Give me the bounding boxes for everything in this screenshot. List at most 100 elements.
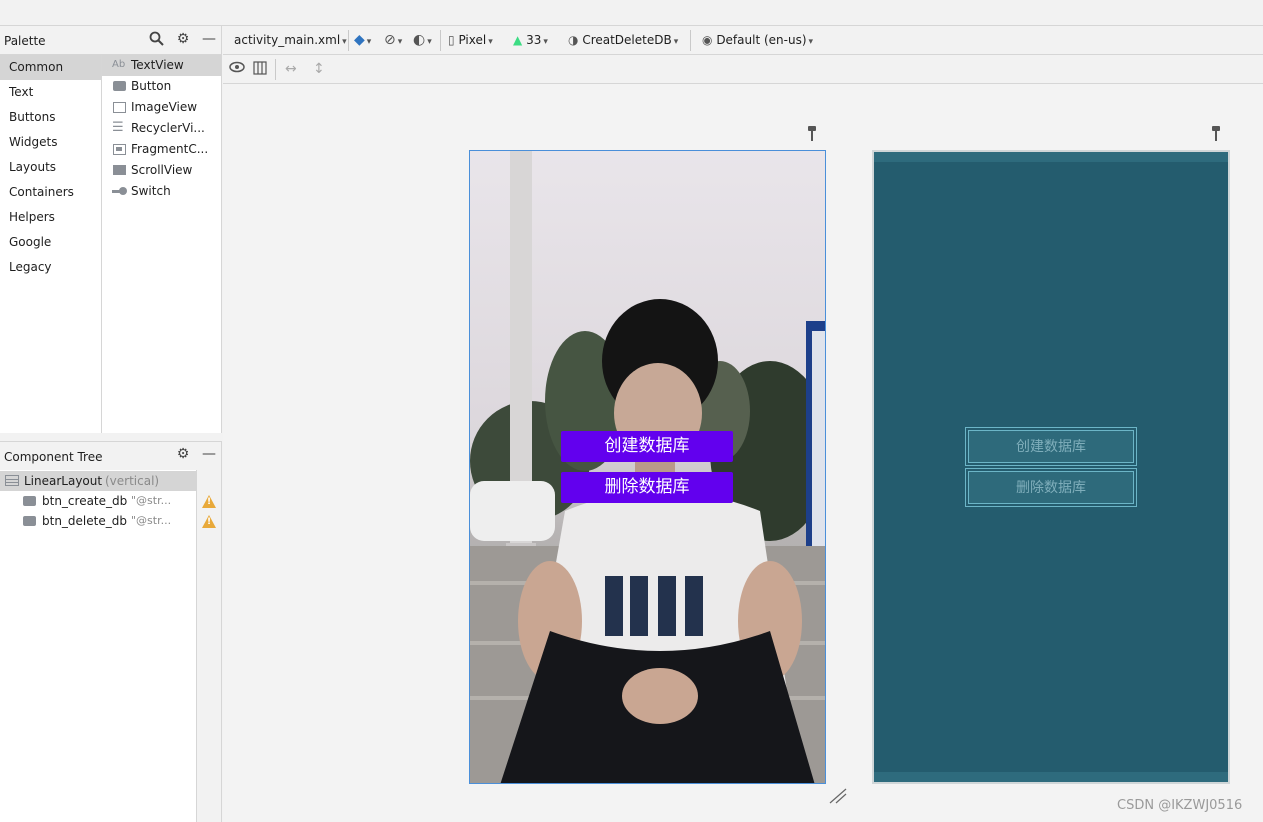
palette-category-legacy[interactable]: Legacy xyxy=(0,255,101,280)
phone-icon: ▯ xyxy=(448,33,455,47)
toolbar-separator xyxy=(690,30,691,51)
expand-horizontal-icon[interactable]: ↔ xyxy=(285,61,297,77)
blueprint-preview[interactable]: 创建数据库 删除数据库 xyxy=(872,150,1230,784)
palette-category-google[interactable]: Google xyxy=(0,230,101,255)
widget-label: RecyclerVi... xyxy=(131,121,205,135)
resize-handle-icon[interactable] xyxy=(829,788,847,804)
watermark: CSDN @IKZWJ0516 xyxy=(1117,798,1243,813)
expand-vertical-icon[interactable]: ↕ xyxy=(313,61,325,77)
palette-widget-textview[interactable]: Ab TextView xyxy=(102,55,221,76)
tree-node-hint: (vertical) xyxy=(105,474,160,488)
gear-icon[interactable]: ⚙ xyxy=(174,31,192,47)
linearlayout-icon xyxy=(5,475,19,486)
theme-selector[interactable]: ◑ CreatDeleteDB ▾ xyxy=(568,33,678,47)
button-icon xyxy=(23,516,36,526)
toolbar-separator xyxy=(440,30,441,51)
toolbar-separator xyxy=(275,59,276,80)
design-preview[interactable]: 创建数据库 删除数据库 xyxy=(469,150,826,784)
file-selector[interactable]: activity_main.xml ▾ xyxy=(234,33,347,47)
eye-icon[interactable] xyxy=(229,61,245,77)
palette-header: Palette ⚙ — xyxy=(0,26,222,55)
column-view-icon[interactable] xyxy=(253,61,267,79)
layers-icon[interactable]: ◆ ▾ xyxy=(354,32,371,48)
pin-icon[interactable] xyxy=(1210,126,1222,146)
tree-node-hint: "@str... xyxy=(131,494,172,507)
palette-widget-switch[interactable]: Switch xyxy=(102,181,221,202)
android-studio-layout-editor: Palette ⚙ — Common Text Buttons Widgets … xyxy=(0,0,1263,822)
palette-category-text[interactable]: Text xyxy=(0,80,101,105)
search-icon[interactable] xyxy=(147,31,165,50)
component-tree-title: Component Tree xyxy=(4,450,103,464)
editor-toolbar: activity_main.xml ▾ ◆ ▾ ⊘ ▾ ◐ ▾ ▯ Pixel ▾ ▲ 3… xyxy=(223,26,1263,55)
blueprint-status-bar xyxy=(874,152,1228,162)
switch-icon xyxy=(112,186,128,196)
palette-widget-recyclerview[interactable]: ☰ RecyclerVi... xyxy=(102,118,221,139)
orientation-icon[interactable]: ⊘ ▾ xyxy=(384,32,402,48)
blueprint-nav-bar xyxy=(874,772,1228,782)
palette-category-containers[interactable]: Containers xyxy=(0,180,101,205)
blueprint-create-db-button[interactable]: 创建数据库 xyxy=(965,427,1137,466)
palette-title: Palette xyxy=(4,34,46,48)
palette-category-layouts[interactable]: Layouts xyxy=(0,155,101,180)
api-selector[interactable]: ▲ 33 ▾ xyxy=(513,33,548,47)
button-icon xyxy=(23,496,36,506)
minimize-icon[interactable]: — xyxy=(200,446,218,462)
palette-widget-scrollview[interactable]: ScrollView xyxy=(102,160,221,181)
palette-category-list: Common Text Buttons Widgets Layouts Cont… xyxy=(0,55,102,433)
view-toolbar: ↔ ↕ xyxy=(223,55,1263,84)
api-level: 33 xyxy=(526,33,542,47)
night-mode-icon[interactable]: ◐ ▾ xyxy=(413,32,432,48)
widget-label: Switch xyxy=(131,184,171,198)
palette-category-widgets[interactable]: Widgets xyxy=(0,130,101,155)
window-top-bar xyxy=(0,0,1263,26)
widget-label: ImageView xyxy=(131,100,198,114)
warning-icon[interactable]: ! xyxy=(202,515,216,528)
widget-label: FragmentC... xyxy=(131,142,209,156)
palette-widget-fragmentcontainer[interactable]: FragmentC... xyxy=(102,139,221,160)
background-photo xyxy=(470,151,825,783)
palette-category-helpers[interactable]: Helpers xyxy=(0,205,101,230)
fragment-icon xyxy=(113,144,126,155)
list-icon: ☰ xyxy=(112,120,124,135)
widget-label: Button xyxy=(131,79,172,93)
tree-node-btn-create-db[interactable]: btn_create_db "@str... xyxy=(0,491,197,511)
textview-icon: Ab xyxy=(112,59,126,70)
globe-icon: ◉ xyxy=(702,33,713,47)
button-icon xyxy=(113,81,126,91)
tree-node-label: btn_create_db xyxy=(42,494,128,508)
blueprint-delete-db-button[interactable]: 删除数据库 xyxy=(965,468,1137,507)
palette-category-buttons[interactable]: Buttons xyxy=(0,105,101,130)
theme-name: CreatDeleteDB xyxy=(582,33,672,47)
widget-label: TextView xyxy=(131,58,184,72)
component-tree-warnings: ! ! xyxy=(197,470,222,822)
widget-label: ScrollView xyxy=(131,163,193,177)
palette-widget-imageview[interactable]: ImageView xyxy=(102,97,221,118)
locale-selector[interactable]: ◉ Default (en-us) ▾ xyxy=(702,33,813,47)
tree-node-btn-delete-db[interactable]: btn_delete_db "@str... xyxy=(0,511,197,531)
android-icon: ▲ xyxy=(513,33,523,47)
component-tree: LinearLayout (vertical) btn_create_db "@… xyxy=(0,470,197,822)
warning-icon[interactable]: ! xyxy=(202,495,216,508)
panel-splitter[interactable] xyxy=(0,433,222,442)
file-name: activity_main.xml xyxy=(234,33,341,47)
device-selector[interactable]: ▯ Pixel ▾ xyxy=(448,33,493,47)
tree-node-label: btn_delete_db xyxy=(42,514,127,528)
device-name: Pixel xyxy=(458,33,487,47)
scrollview-icon xyxy=(113,165,126,175)
palette-widget-list: Ab TextView Button ImageView ☰ RecyclerV… xyxy=(102,55,222,433)
locale-name: Default (en-us) xyxy=(716,33,807,47)
palette-category-common[interactable]: Common xyxy=(0,55,101,80)
tree-node-hint: "@str... xyxy=(131,514,172,527)
minimize-icon[interactable]: — xyxy=(200,31,218,47)
gear-icon[interactable]: ⚙ xyxy=(174,446,192,462)
palette-widget-button[interactable]: Button xyxy=(102,76,221,97)
tree-node-linearlayout[interactable]: LinearLayout (vertical) xyxy=(0,471,197,491)
delete-db-button[interactable]: 删除数据库 xyxy=(561,472,733,503)
component-tree-header: Component Tree ⚙ — xyxy=(0,442,222,470)
theme-icon: ◑ xyxy=(568,33,579,47)
image-icon xyxy=(113,102,126,113)
pin-icon[interactable] xyxy=(806,126,818,146)
tree-node-label: LinearLayout xyxy=(24,474,103,488)
create-db-button[interactable]: 创建数据库 xyxy=(561,431,733,462)
toolbar-separator xyxy=(348,30,349,51)
